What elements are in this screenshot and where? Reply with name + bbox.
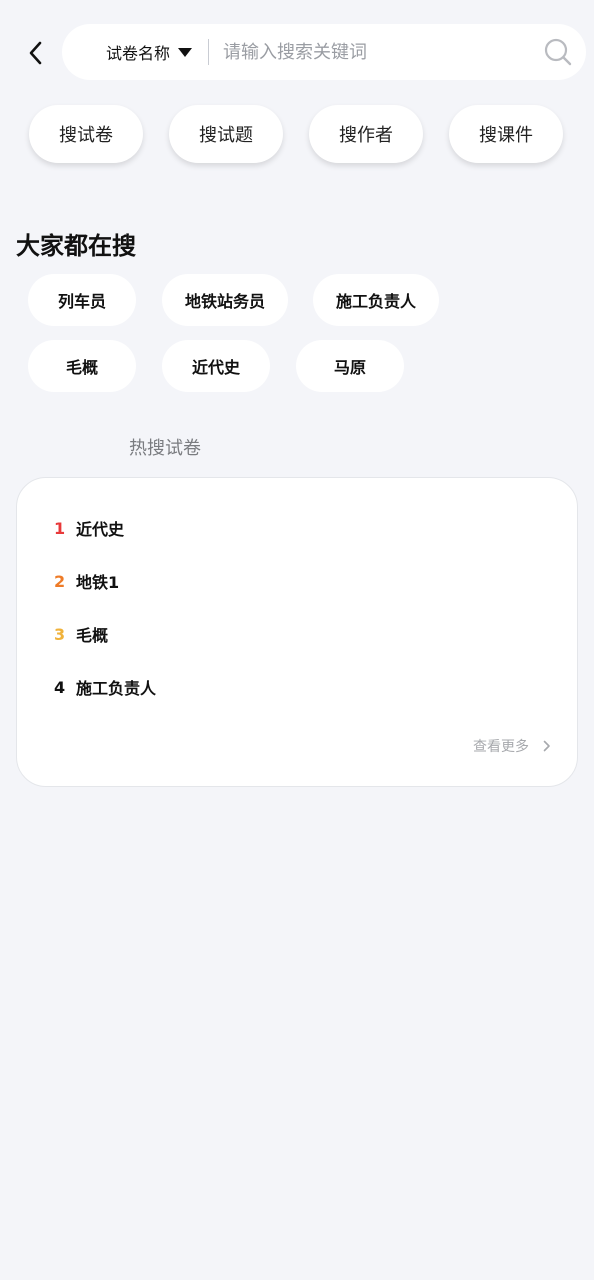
search-icon[interactable] (544, 38, 572, 70)
hot-item-name: 施工负责人 (76, 679, 157, 698)
search-page: 试卷名称 搜试卷 搜试题 搜作者 搜课件 大家都在搜 列车员 地铁站务员 施工负… (0, 0, 594, 1280)
hot-papers-card: 1 近代史 2 地铁1 3 毛概 4 施工负责人 查看更多 (16, 477, 578, 787)
hot-list-item[interactable]: 4 施工负责人 (54, 675, 156, 699)
rank-number: 4 (54, 677, 66, 697)
trending-tag[interactable]: 地铁站务员 (162, 274, 288, 326)
caret-down-icon (178, 47, 193, 57)
search-questions-button[interactable]: 搜试题 (169, 105, 283, 163)
search-scope-dropdown[interactable]: 试卷名称 (106, 40, 193, 64)
search-category-row: 搜试卷 搜试题 搜作者 搜课件 (29, 105, 569, 163)
trending-tag[interactable]: 列车员 (28, 274, 136, 326)
hot-list-item[interactable]: 2 地铁1 (54, 569, 119, 593)
trending-title: 大家都在搜 (16, 232, 136, 260)
search-divider (208, 39, 210, 65)
hot-list-item[interactable]: 1 近代史 (54, 516, 124, 540)
trending-tag[interactable]: 马原 (296, 340, 404, 392)
search-courseware-button[interactable]: 搜课件 (449, 105, 563, 163)
search-input[interactable] (223, 41, 524, 63)
rank-number: 3 (54, 624, 66, 644)
trending-tag[interactable]: 毛概 (28, 340, 136, 392)
rank-number: 2 (54, 571, 66, 591)
view-more-label: 查看更多 (473, 739, 529, 755)
hot-item-name: 地铁1 (76, 573, 120, 592)
search-scope-label: 试卷名称 (106, 44, 171, 63)
trending-tag[interactable]: 施工负责人 (313, 274, 439, 326)
hot-item-name: 近代史 (76, 520, 125, 539)
search-papers-button[interactable]: 搜试卷 (29, 105, 143, 163)
back-button[interactable] (18, 36, 52, 70)
search-bar: 试卷名称 (62, 24, 586, 80)
search-authors-button[interactable]: 搜作者 (309, 105, 423, 163)
trending-tag[interactable]: 近代史 (162, 340, 270, 392)
hot-item-name: 毛概 (76, 626, 109, 645)
hot-list-item[interactable]: 3 毛概 (54, 622, 108, 646)
rank-number: 1 (54, 518, 66, 538)
view-more-link[interactable]: 查看更多 (473, 736, 551, 756)
back-arrow-icon (29, 41, 42, 65)
hot-papers-title: 热搜试卷 (129, 438, 201, 459)
chevron-right-icon (543, 740, 551, 752)
